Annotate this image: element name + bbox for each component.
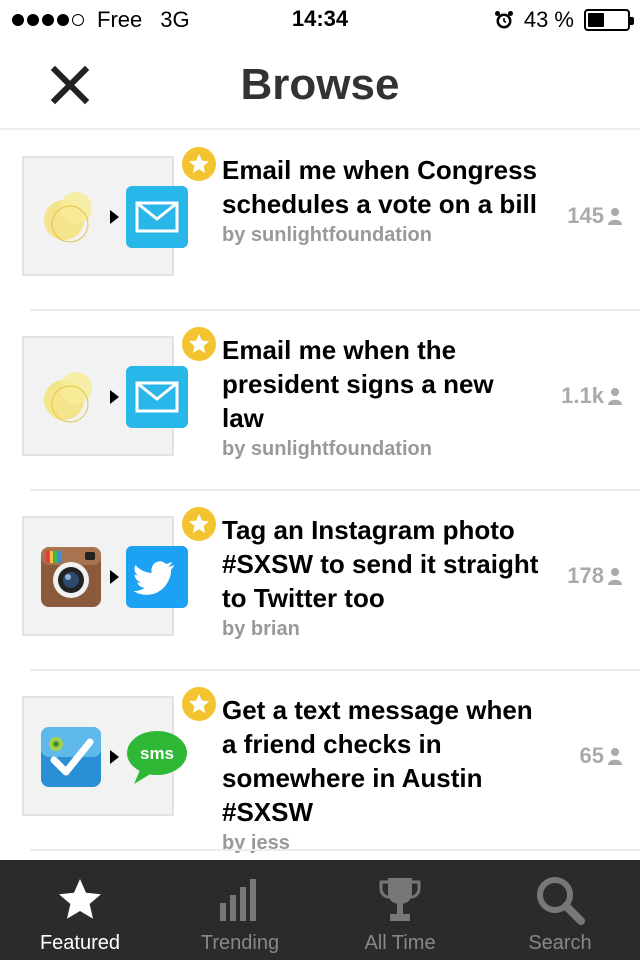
battery-icon — [584, 9, 634, 31]
email-icon — [126, 366, 188, 428]
arrow-right-icon — [110, 570, 119, 584]
person-icon — [608, 748, 622, 765]
recipe-text: Get a text message when a friend checks … — [222, 693, 542, 857]
star-icon — [189, 154, 209, 173]
person-icon — [608, 568, 622, 585]
battery-percent: 43 % — [523, 7, 574, 32]
recipe-title: Email me when the president signs a new … — [222, 335, 494, 433]
arrow-right-icon — [110, 750, 119, 764]
user-count-value: 1.1k — [561, 383, 604, 408]
svg-text:sms: sms — [140, 744, 174, 763]
person-icon — [608, 208, 622, 225]
sunlight-foundation-icon — [44, 192, 92, 243]
divider — [30, 849, 640, 851]
recipe-author: by sunlightfoundation — [222, 438, 432, 460]
person-icon — [608, 388, 622, 405]
tab-label: Search — [528, 932, 592, 954]
tab-trending[interactable]: Trending — [160, 860, 320, 960]
featured-star-badge — [180, 325, 218, 363]
foursquare-icon — [41, 727, 101, 787]
star-icon — [54, 874, 106, 926]
tab-all-time[interactable]: All Time — [320, 860, 480, 960]
recipe-text: Email me when Congress schedules a vote … — [222, 153, 542, 249]
featured-star-badge — [180, 145, 218, 183]
twitter-icon — [126, 546, 188, 608]
sms-icon: sms — [127, 731, 187, 784]
featured-star-badge — [180, 685, 218, 723]
tab-label: Featured — [39, 932, 121, 954]
trophy-icon — [374, 874, 426, 926]
user-count: 1.1k — [561, 383, 622, 409]
star-icon — [189, 694, 209, 713]
recipe-title: Get a text message when a friend checks … — [222, 695, 533, 827]
recipe-thumbnail — [22, 336, 188, 456]
recipe-author: by jess — [222, 832, 290, 854]
tab-featured[interactable]: Featured — [0, 860, 160, 960]
page-title: Browse — [240, 60, 400, 109]
sunlight-foundation-icon — [44, 372, 92, 423]
email-icon — [126, 186, 188, 248]
featured-star-badge — [180, 505, 218, 543]
tab-bar: Featured Trending All Time Search — [0, 860, 640, 960]
instagram-icon — [41, 547, 101, 607]
tab-search[interactable]: Search — [480, 860, 640, 960]
recipe-title: Email me when Congress schedules a vote … — [222, 155, 537, 219]
list-item[interactable]: Email me when the president signs a new … — [0, 311, 640, 491]
recipe-author: by sunlightfoundation — [222, 224, 432, 246]
star-icon — [189, 514, 209, 533]
recipe-author: by brian — [222, 618, 300, 640]
recipe-thumbnail — [22, 516, 188, 636]
search-icon — [534, 874, 586, 926]
alarm-clock-icon — [494, 11, 513, 29]
star-icon — [189, 334, 209, 353]
nav-header: Browse — [0, 40, 640, 130]
recipe-text: Email me when the president signs a new … — [222, 333, 542, 463]
tab-label: All Time — [364, 932, 436, 954]
user-count-value: 145 — [567, 203, 604, 228]
recipe-list[interactable]: Email me when Congress schedules a vote … — [0, 131, 640, 860]
user-count-value: 178 — [567, 563, 604, 588]
status-bar: Free 3G 14:34 43 % — [0, 0, 640, 40]
status-bar-right: 43 % — [494, 6, 634, 34]
recipe-thumbnail — [22, 156, 188, 276]
recipe-text: Tag an Instagram photo #SXSW to send it … — [222, 513, 542, 643]
list-item[interactable]: Email me when Congress schedules a vote … — [0, 131, 640, 311]
tab-label: Trending — [200, 932, 280, 954]
user-count: 145 — [567, 203, 622, 229]
user-count: 65 — [580, 743, 622, 769]
list-item[interactable]: Tag an Instagram photo #SXSW to send it … — [0, 491, 640, 671]
bar-chart-icon — [214, 874, 266, 926]
list-item[interactable]: sms Get a text message when a friend che… — [0, 671, 640, 854]
user-count: 178 — [567, 563, 622, 589]
recipe-title: Tag an Instagram photo #SXSW to send it … — [222, 515, 539, 613]
user-count-value: 65 — [579, 743, 604, 768]
recipe-thumbnail: sms — [22, 696, 187, 816]
arrow-right-icon — [110, 210, 119, 224]
arrow-right-icon — [110, 390, 119, 404]
